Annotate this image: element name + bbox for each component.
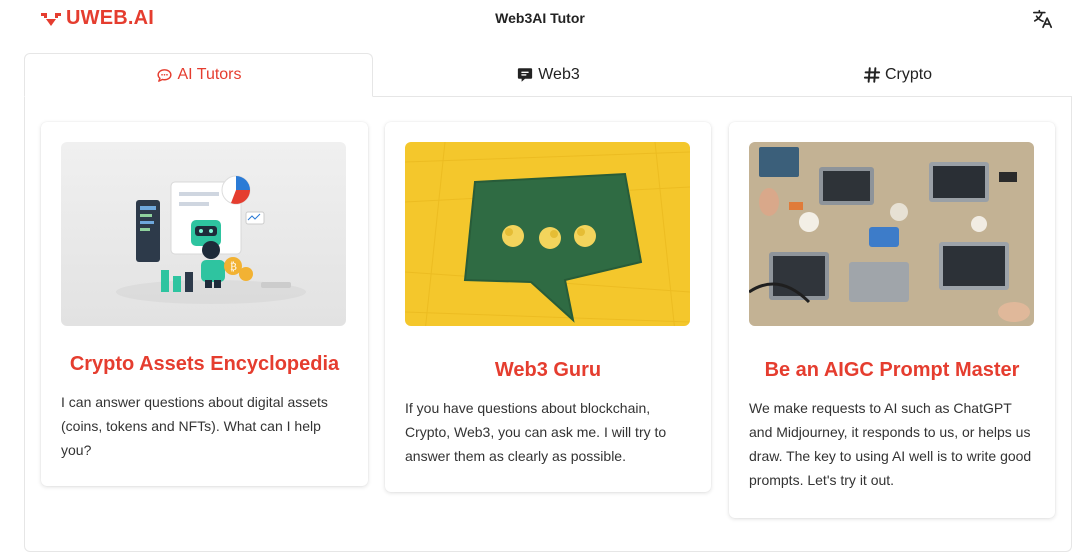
card-image [405, 142, 690, 326]
card-title: Crypto Assets Encyclopedia [69, 353, 340, 375]
tab-label: Web3 [538, 66, 580, 83]
tab-ai-tutors[interactable]: AI Tutors [24, 53, 373, 97]
team-laptops-desk-photo [749, 142, 1034, 326]
tab-label: Crypto [884, 66, 933, 83]
card-title: Be an AIGC Prompt Master [764, 359, 1020, 381]
svg-text:₿: ₿ [230, 261, 237, 273]
tab-bar: AI Tutors Web3 Crypto [24, 53, 1072, 97]
message-square-icon [516, 66, 534, 84]
tab-crypto[interactable]: Crypto [723, 53, 1072, 97]
logo-icon [41, 12, 61, 26]
card-image [749, 142, 1034, 326]
tab-web3[interactable]: Web3 [373, 53, 723, 97]
card-description: We make requests to AI such as ChatGPT a… [749, 400, 1032, 488]
robot-crypto-illustration: ₿ [61, 142, 346, 326]
tutor-card-web3-guru[interactable]: Web3 Guru If you have questions about bl… [385, 122, 711, 492]
speech-bubble-paper-photo [405, 142, 690, 326]
card-image: ₿ [61, 142, 346, 326]
top-header: UWEB.AI Web3AI Tutor [0, 0, 1080, 40]
hashtag-icon [863, 66, 881, 84]
tutor-card-aigc-prompt-master[interactable]: Be an AIGC Prompt Master We make request… [729, 122, 1055, 518]
translate-icon [1033, 9, 1053, 29]
chat-bubble-icon [155, 66, 173, 84]
logo-text: UWEB.AI [66, 7, 155, 29]
card-title: Web3 Guru [494, 359, 602, 381]
card-description: I can answer questions about digital ass… [61, 394, 328, 458]
tab-label: AI Tutors [177, 66, 242, 83]
app-title: Web3AI Tutor [495, 10, 585, 26]
card-description: If you have questions about blockchain, … [405, 400, 667, 464]
translate-button[interactable] [1030, 6, 1056, 32]
logo[interactable]: UWEB.AI [40, 7, 154, 30]
tutor-card-crypto-encyclopedia[interactable]: ₿ Crypto Assets Encyclopedia I can answe… [41, 122, 368, 486]
